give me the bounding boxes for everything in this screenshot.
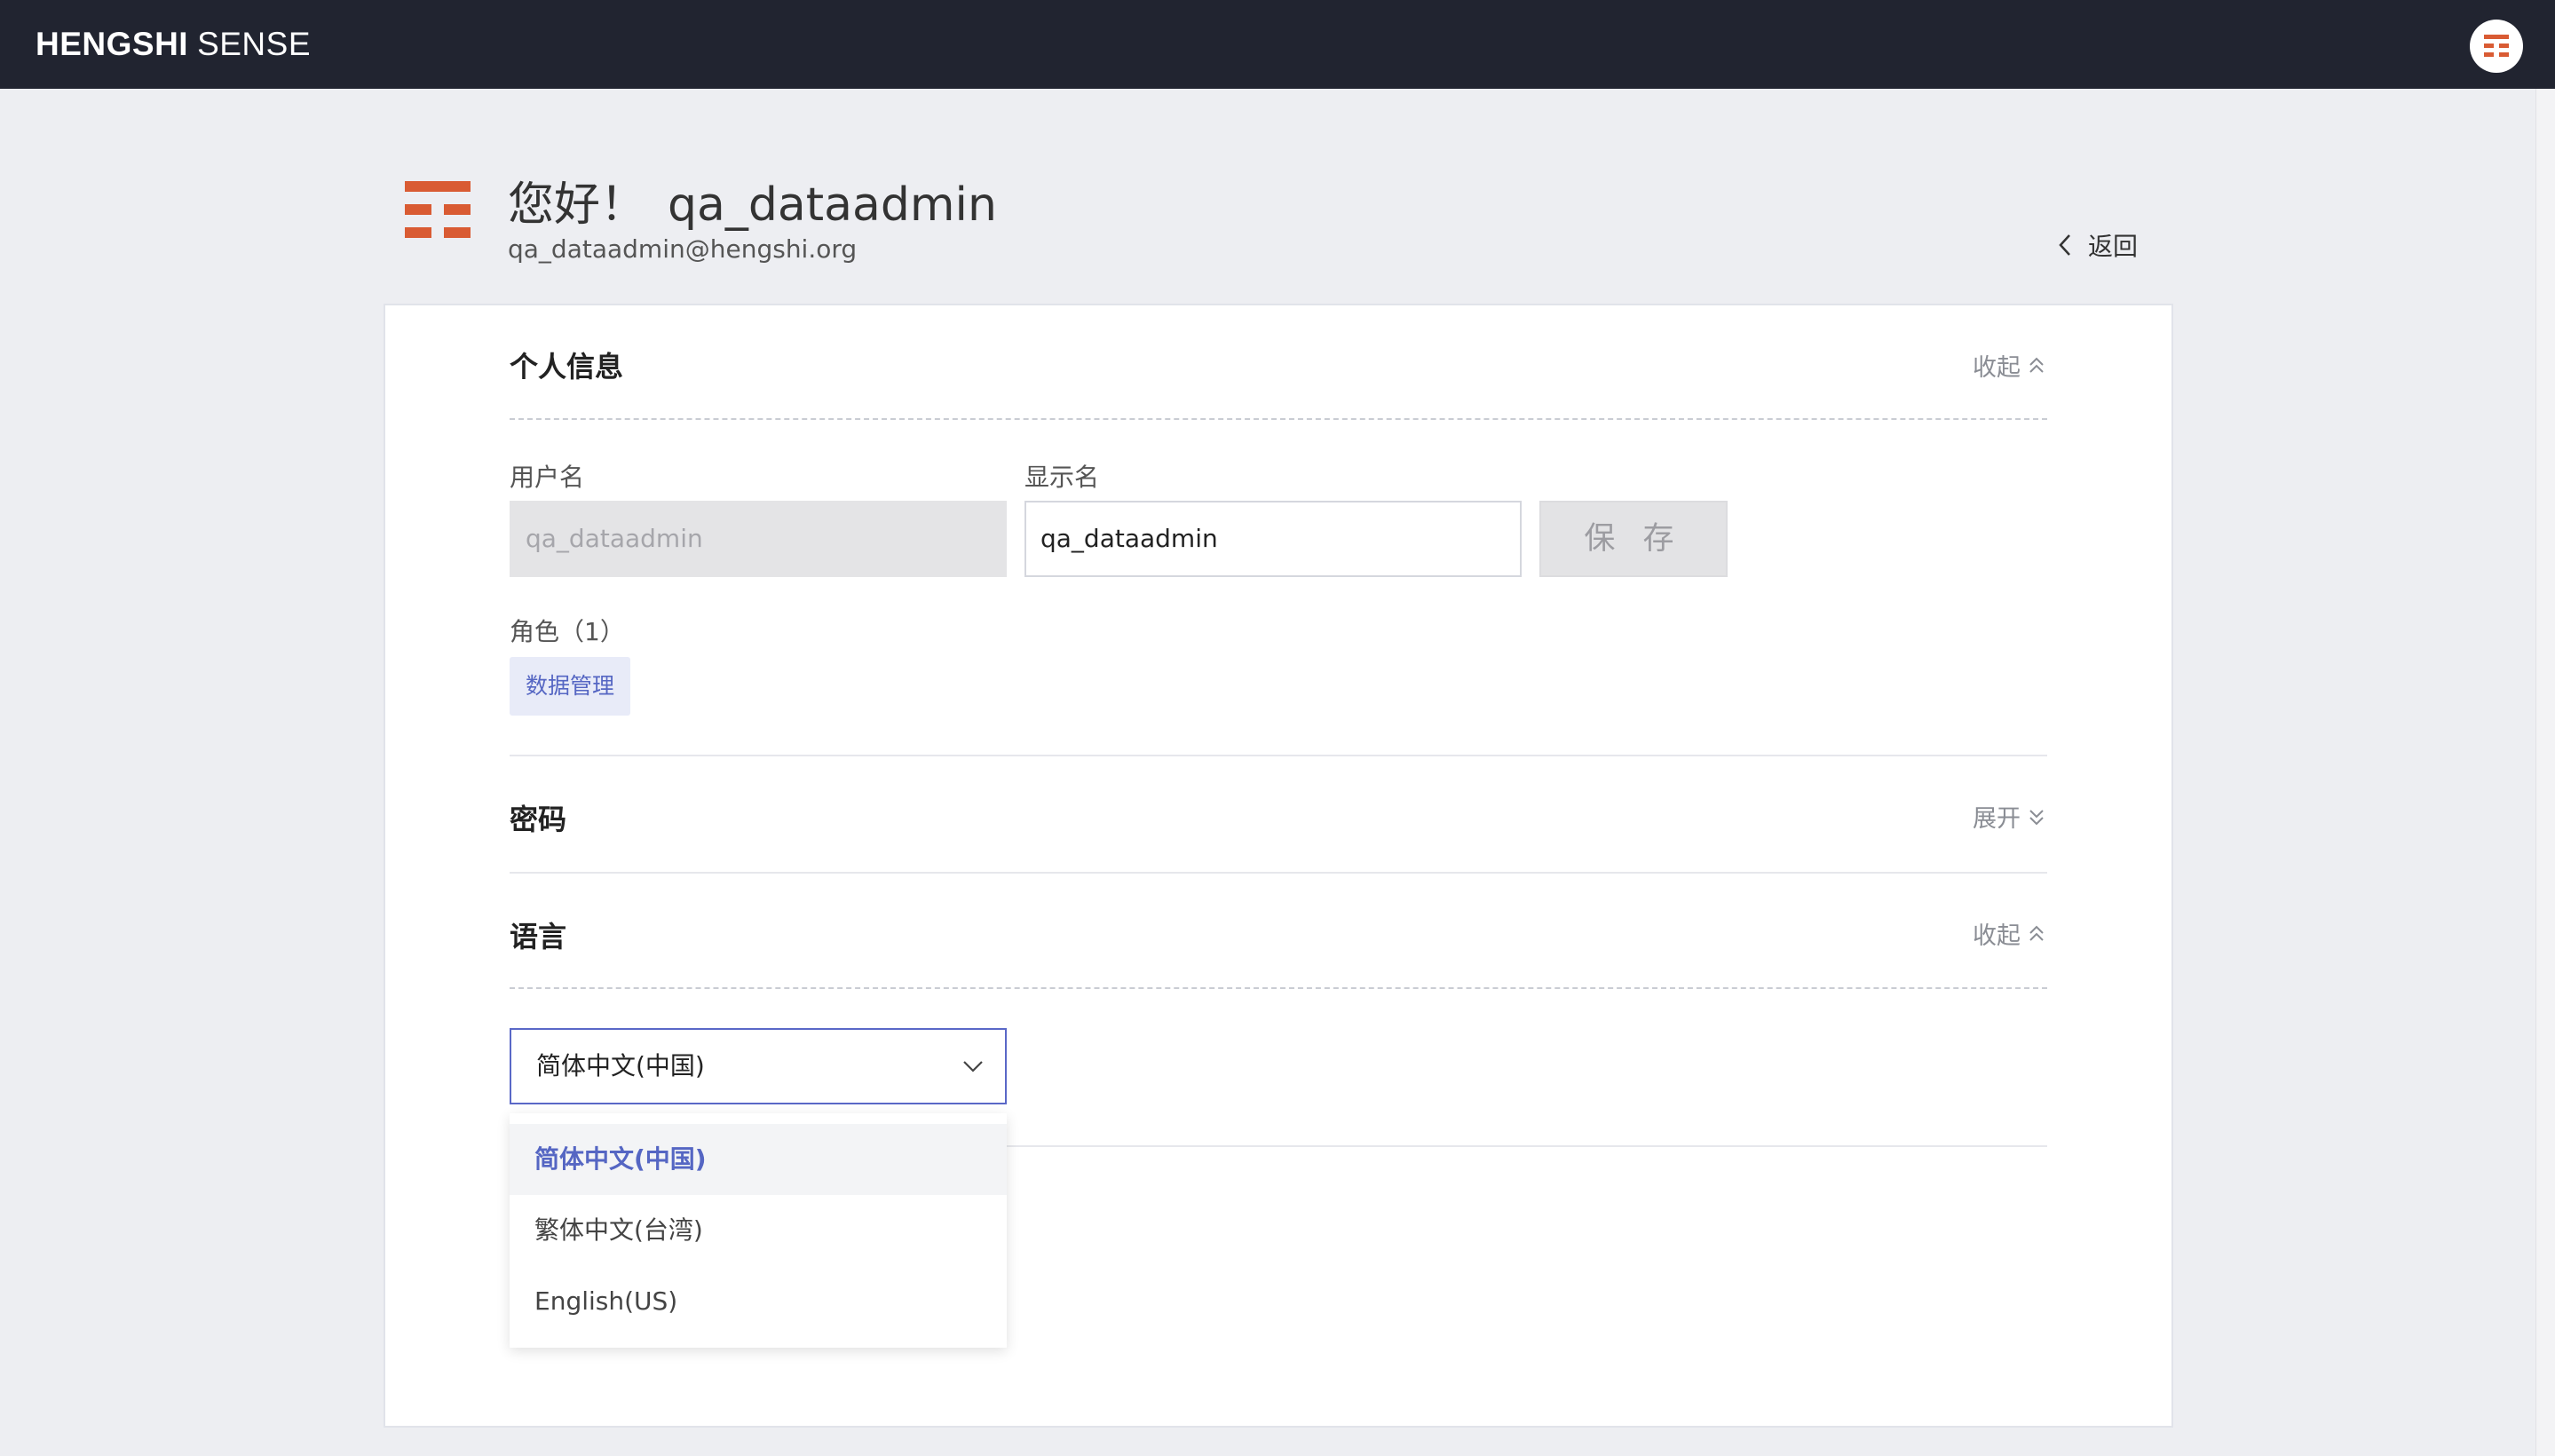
personal-info-collapse-toggle[interactable]: 收起: [1973, 348, 2045, 383]
user-email: qa_dataadmin@hengshi.org: [508, 234, 858, 264]
display-name-label: 显示名: [1024, 463, 1100, 492]
greeting-title: 您好！ qa_dataadmin: [508, 167, 997, 233]
chevron-left-icon: [2059, 234, 2070, 256]
double-chevron-up-icon: [2029, 925, 2044, 941]
profile-avatar: [396, 169, 481, 254]
language-option[interactable]: 繁体中文(台湾): [510, 1195, 1007, 1266]
save-button[interactable]: 保 存: [1539, 501, 1728, 577]
section-divider: [510, 755, 2047, 756]
double-chevron-down-icon: [2029, 809, 2044, 825]
username-field[interactable]: qa_dataadmin: [510, 501, 1007, 577]
display-name-field[interactable]: qa_dataadmin: [1024, 501, 1522, 577]
toggle-label: 收起: [1973, 922, 2021, 950]
double-chevron-up-icon: [2029, 357, 2044, 373]
hengshi-logo-icon: [2484, 35, 2509, 57]
back-button[interactable]: 返回: [2058, 227, 2138, 263]
toggle-label: 展开: [1973, 805, 2021, 833]
page-scrollbar[interactable]: [2535, 89, 2555, 1456]
brand-name-light: SENSE: [197, 26, 312, 62]
section-divider: [510, 872, 2047, 874]
section-title-password: 密码: [510, 803, 567, 836]
brand-name-bold: HENGSHI: [36, 26, 189, 62]
brand-logo[interactable]: HENGSHI SENSE: [36, 26, 311, 63]
language-select[interactable]: 简体中文(中国): [510, 1028, 1007, 1104]
hengshi-logo-icon: [405, 181, 471, 238]
language-select-value: 简体中文(中国): [536, 1051, 705, 1080]
username-label: 用户名: [510, 463, 585, 492]
roles-label: 角色（1）: [510, 617, 625, 646]
language-option[interactable]: 简体中文(中国): [510, 1124, 1007, 1195]
greeting-text: 您好！: [508, 178, 647, 232]
language-option[interactable]: English(US): [510, 1266, 1007, 1337]
section-title-language: 语言: [510, 920, 567, 954]
back-label: 返回: [2088, 232, 2139, 261]
user-avatar[interactable]: [2470, 20, 2523, 73]
section-divider: [510, 987, 2047, 989]
section-divider: [510, 418, 2047, 420]
greeting-username: qa_dataadmin: [668, 178, 997, 232]
chevron-down-icon: [963, 1061, 983, 1072]
section-title-personal-info: 个人信息: [510, 350, 624, 384]
password-expand-toggle[interactable]: 展开: [1973, 799, 2045, 834]
role-tag: 数据管理: [510, 657, 630, 716]
toggle-label: 收起: [1973, 354, 2021, 382]
language-dropdown-menu: 简体中文(中国) 繁体中文(台湾) English(US): [510, 1113, 1007, 1348]
language-collapse-toggle[interactable]: 收起: [1973, 916, 2045, 951]
top-bar: HENGSHI SENSE: [0, 0, 2555, 89]
